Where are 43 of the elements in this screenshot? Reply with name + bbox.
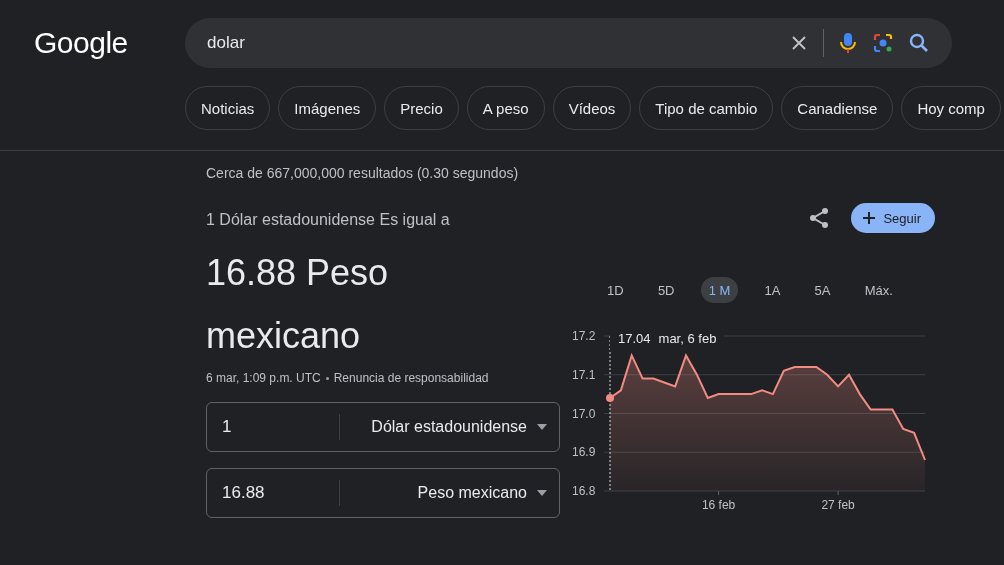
- conversion-result: 16.88 Peso mexicano: [206, 251, 390, 358]
- filter-chip[interactable]: Precio: [384, 86, 459, 130]
- y-tick-label: 16.9: [572, 445, 596, 460]
- amount-input[interactable]: 1: [222, 417, 339, 437]
- x-tick-label: 16 feb: [701, 498, 736, 512]
- currency-dropdown[interactable]: Peso mexicano: [340, 484, 537, 502]
- caret-icon[interactable]: [537, 490, 547, 496]
- range-tab[interactable]: 1D: [599, 277, 632, 303]
- camera-icon[interactable]: [872, 32, 894, 54]
- x-tick-label: 27 feb: [821, 498, 855, 512]
- follow-button[interactable]: Seguir: [851, 203, 935, 233]
- plus-icon: [863, 212, 876, 224]
- caret-icon[interactable]: [537, 424, 547, 430]
- microphone-icon[interactable]: [838, 31, 858, 55]
- currency-dropdown[interactable]: Dólar estadounidense: [340, 418, 537, 436]
- filter-chip[interactable]: Imágenes: [278, 86, 377, 130]
- filter-chip[interactable]: Hoy comp: [901, 86, 1001, 130]
- filter-chip[interactable]: Noticias: [185, 86, 271, 130]
- range-tab[interactable]: 5D: [649, 277, 683, 303]
- filter-chip[interactable]: Canadiense: [781, 86, 894, 130]
- chart-marker[interactable]: [606, 394, 614, 402]
- tooltip-value: 17.04: [618, 331, 651, 346]
- y-tick-label: 17.0: [572, 406, 596, 421]
- timestamp: 6 mar, 1:09 p.m. UTC: [206, 371, 321, 385]
- range-tab[interactable]: 5A: [806, 277, 839, 303]
- separator-dot: [325, 376, 329, 380]
- filter-chip[interactable]: Vídeos: [552, 86, 632, 130]
- search-field[interactable]: dolar: [185, 18, 952, 68]
- y-tick-label: 17.1: [572, 367, 596, 382]
- result-stats: Cerca de 667,000,000 resultados (0.30 segundos): [206, 165, 520, 181]
- filter-chip[interactable]: A peso: [466, 86, 545, 130]
- equals-line: 1 Dólar estadounidense Es igual a: [206, 211, 451, 229]
- tooltip-date: mar, 6 feb: [658, 331, 717, 346]
- google-logo[interactable]: Google: [0, 26, 150, 60]
- range-tab[interactable]: 1 M: [700, 277, 739, 303]
- range-tab[interactable]: Máx.: [856, 277, 901, 303]
- amount-input[interactable]: 16.88: [222, 483, 339, 503]
- search-icon[interactable]: [908, 32, 930, 54]
- disclaimer-link[interactable]: Renuncia de responsabilidad: [333, 371, 489, 385]
- y-tick-label: 17.2: [572, 329, 596, 343]
- y-tick-label: 16.8: [572, 484, 596, 498]
- range-tab[interactable]: 1A: [756, 277, 789, 303]
- filter-chip[interactable]: Tipo de cambio: [639, 86, 774, 130]
